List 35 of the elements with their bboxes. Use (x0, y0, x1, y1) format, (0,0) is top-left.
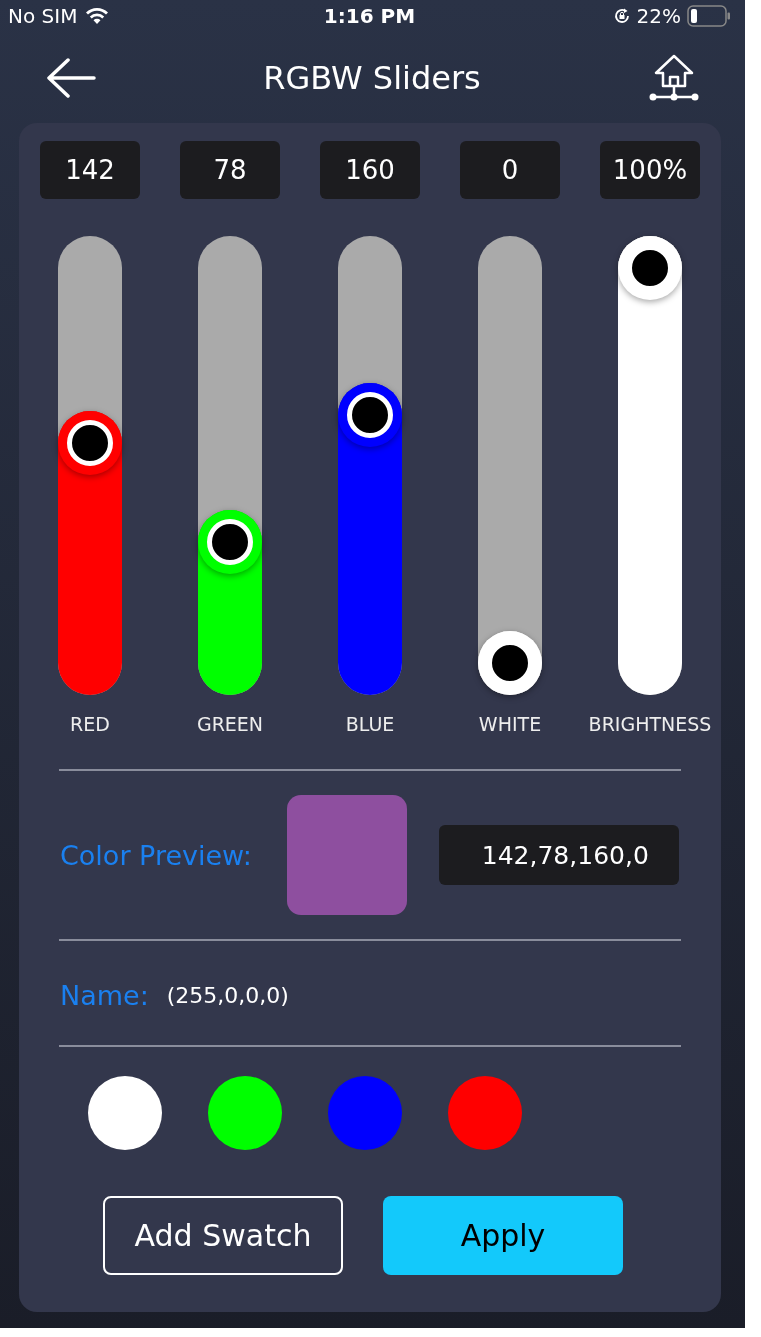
name-value: (255,0,0,0) (166, 982, 289, 1008)
home-network-icon[interactable] (648, 52, 700, 103)
value-box: 160 (320, 141, 420, 199)
color-value-field: 142,78,160,0 (438, 825, 679, 885)
slider-label: GREEN (196, 713, 264, 735)
slider-thumb[interactable] (198, 510, 262, 575)
slider-track[interactable] (198, 236, 262, 695)
add-swatch-button[interactable]: Add Swatch (103, 1196, 343, 1275)
carrier: No SIM (8, 4, 78, 28)
value-box: 100% (600, 141, 700, 199)
slider-track[interactable] (338, 236, 402, 695)
battery-icon (687, 5, 731, 27)
clock: 1:16 PM (323, 4, 416, 28)
battery-percent: 22% (636, 4, 681, 28)
name-label: Name: (60, 979, 149, 1011)
slider-track[interactable] (478, 236, 542, 695)
slider-thumb[interactable] (478, 631, 542, 695)
slider-track[interactable] (58, 236, 122, 695)
value-box: 142 (40, 141, 140, 199)
slider-label: WHITE (478, 713, 542, 735)
slider-label: BLUE (345, 713, 395, 735)
value-box: 78 (180, 141, 280, 199)
back-arrow-icon[interactable] (46, 57, 96, 98)
slider-thumb[interactable] (618, 236, 682, 300)
slider-label: BRIGHTNESS (588, 713, 712, 735)
slider-thumb[interactable] (338, 383, 402, 448)
slider-thumb[interactable] (58, 411, 122, 475)
value-box: 0 (460, 141, 560, 199)
slider-track[interactable] (618, 236, 682, 695)
preview-label: Color Preview: (60, 839, 252, 871)
screen-title: RGBW Sliders (263, 58, 481, 97)
wifi-icon (85, 7, 110, 25)
slider-label: RED (70, 713, 110, 735)
rotation-lock-icon (612, 7, 631, 25)
apply-button[interactable]: Apply (383, 1196, 623, 1275)
